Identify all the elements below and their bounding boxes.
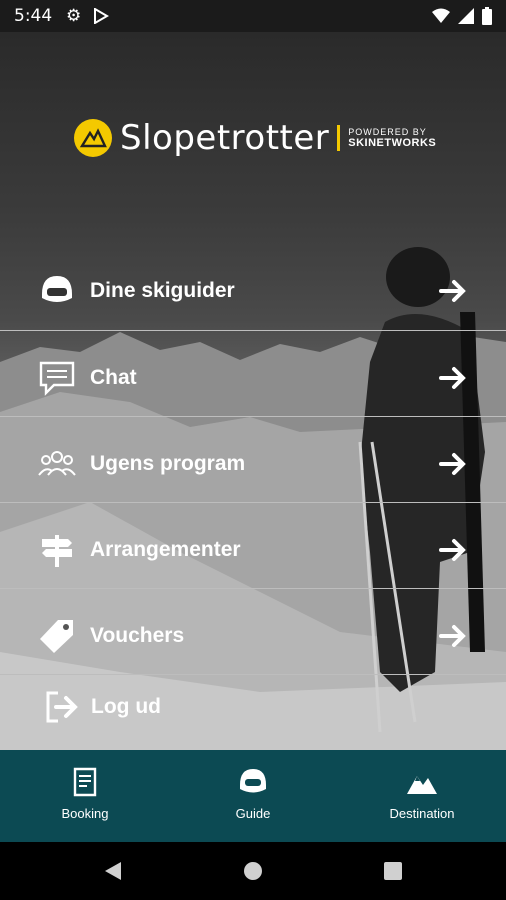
chat-bubble-icon	[38, 359, 76, 397]
logo-name: Slopetrotter	[120, 118, 330, 158]
tag-icon	[38, 617, 76, 655]
menu-divider	[0, 502, 506, 503]
menu-label-chat: Chat	[90, 366, 137, 389]
tab-label-guide: Guide	[235, 806, 271, 821]
menu-item-chat[interactable]: Chat	[0, 335, 506, 421]
tab-destination[interactable]: Destination	[362, 750, 482, 842]
hero-background: Slopetrotter POWDERED BY SKINETWORKS Din…	[0, 32, 506, 750]
menu-item-log-ud[interactable]: Log ud	[0, 672, 506, 742]
tab-booking[interactable]: Booking	[25, 750, 145, 842]
menu-label-log-ud: Log ud	[91, 695, 161, 718]
logo-powered-line2: SKINETWORKS	[348, 137, 437, 149]
signpost-icon	[38, 531, 76, 569]
logo-powered-by: POWDERED BY SKINETWORKS	[348, 127, 436, 149]
home-icon[interactable]	[243, 861, 263, 886]
status-bar: 5:44 ⚙	[0, 0, 506, 32]
play-store-icon	[93, 7, 109, 29]
arrow-right-icon	[438, 535, 468, 565]
battery-icon	[482, 7, 492, 30]
tab-label-booking: Booking	[61, 806, 109, 821]
arrow-right-icon	[438, 363, 468, 393]
recents-icon[interactable]	[384, 862, 402, 885]
menu-item-ugens-program[interactable]: Ugens program	[0, 421, 506, 507]
bottom-nav: Booking Guide Destination	[0, 750, 506, 842]
app-logo: Slopetrotter POWDERED BY SKINETWORKS	[74, 118, 436, 158]
wifi-icon	[432, 8, 450, 29]
menu-label-vouchers: Vouchers	[90, 624, 185, 647]
signal-icon	[458, 8, 474, 29]
status-time: 5:44	[14, 6, 53, 26]
logout-icon	[44, 688, 82, 726]
helmet-icon	[237, 766, 269, 798]
document-icon	[69, 766, 101, 798]
menu-label-ugens-program: Ugens program	[90, 452, 246, 475]
arrow-right-icon	[438, 276, 468, 306]
menu-divider	[0, 416, 506, 417]
system-nav-bar	[0, 842, 506, 900]
logo-divider	[337, 125, 341, 151]
skier-helmet-icon	[38, 272, 76, 310]
mountain-icon	[406, 766, 438, 798]
tab-guide[interactable]: Guide	[193, 750, 313, 842]
arrow-right-icon	[438, 449, 468, 479]
menu-divider	[0, 330, 506, 331]
menu-label-dine-skiguider: Dine skiguider	[90, 279, 235, 302]
menu-label-arrangementer: Arrangementer	[90, 538, 241, 561]
gear-icon: ⚙	[66, 6, 82, 25]
menu-item-dine-skiguider[interactable]: Dine skiguider	[0, 248, 506, 334]
group-icon	[38, 445, 76, 483]
menu-item-vouchers[interactable]: Vouchers	[0, 593, 506, 679]
arrow-right-icon	[438, 621, 468, 651]
tab-label-destination: Destination	[389, 806, 455, 821]
menu-divider	[0, 588, 506, 589]
menu-item-arrangementer[interactable]: Arrangementer	[0, 507, 506, 593]
logo-badge-icon	[74, 119, 112, 157]
back-icon[interactable]	[103, 860, 123, 887]
